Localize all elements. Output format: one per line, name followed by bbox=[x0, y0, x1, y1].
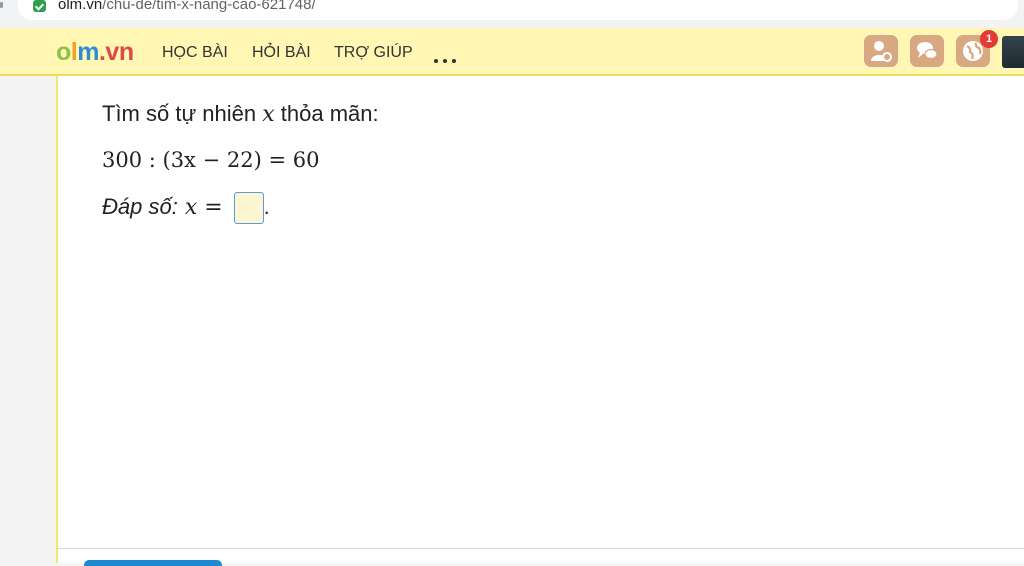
url-path: /chu-de/tim-x-nang-cao-621748/ bbox=[102, 0, 316, 13]
problem-panel: Tìm số tự nhiên x thỏa mãn: 300 : (3x − … bbox=[56, 76, 1024, 566]
browser-address-bar[interactable]: olm.vn/chu-de/tim-x-nang-cao-621748/ bbox=[0, 0, 1024, 22]
equation: 300 : (3x − 22) = 60 bbox=[102, 148, 320, 172]
prompt-text-end: thỏa mãn: bbox=[274, 101, 379, 126]
problem-prompt: Tìm số tự nhiên x thỏa mãn: bbox=[102, 101, 379, 127]
secure-check-icon[interactable] bbox=[33, 0, 46, 12]
site-header: olm.vn HỌC BÀI HỎI BÀI TRỢ GIÚP 1 bbox=[0, 28, 1024, 76]
nav-hoc-bai[interactable]: HỌC BÀI bbox=[162, 44, 228, 62]
logo-m: m bbox=[77, 38, 99, 66]
answer-row: Đáp số: x = . bbox=[102, 192, 270, 224]
avatar[interactable] bbox=[1002, 36, 1024, 68]
logo-vn: .vn bbox=[98, 38, 134, 66]
submit-button[interactable] bbox=[84, 560, 222, 566]
url-text[interactable]: olm.vn/chu-de/tim-x-nang-cao-621748/ bbox=[58, 0, 316, 13]
answer-label: Đáp số: bbox=[102, 193, 178, 219]
answer-input[interactable] bbox=[233, 192, 264, 224]
divider bbox=[58, 548, 1024, 549]
notification-badge[interactable]: 1 bbox=[980, 30, 998, 48]
prompt-text: Tìm số tự nhiên bbox=[102, 101, 263, 126]
prompt-variable: x bbox=[262, 102, 275, 127]
url-host: olm.vn bbox=[58, 0, 103, 13]
menu-dot bbox=[0, 2, 3, 8]
nav-tro-giup[interactable]: TRỢ GIÚP bbox=[334, 44, 413, 62]
olm-logo[interactable]: olm.vn bbox=[56, 38, 134, 67]
logo-o: o bbox=[56, 38, 71, 66]
answer-period: . bbox=[263, 193, 270, 219]
answer-equation: x = bbox=[177, 194, 230, 220]
ellipsis-icon[interactable] bbox=[434, 50, 462, 63]
user-icon[interactable] bbox=[864, 35, 898, 67]
chat-icon[interactable] bbox=[910, 35, 944, 67]
nav-hoi-bai[interactable]: HỎI BÀI bbox=[252, 44, 311, 62]
